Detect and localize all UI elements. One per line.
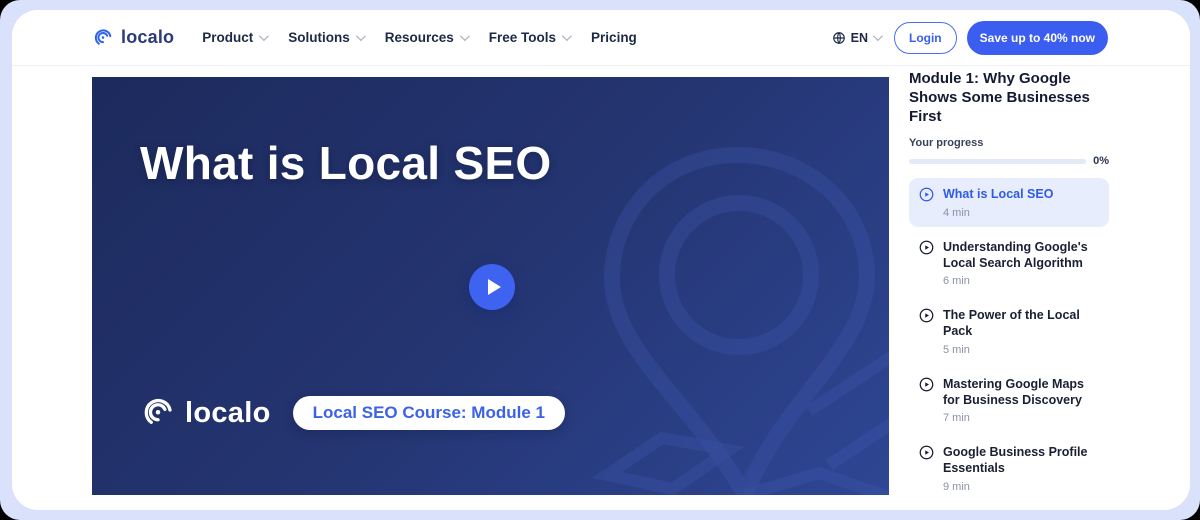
chevron-down-icon bbox=[460, 31, 470, 41]
nav-link-label: Free Tools bbox=[489, 30, 556, 45]
play-circle-icon bbox=[919, 240, 934, 255]
globe-icon bbox=[832, 31, 846, 45]
localo-logo[interactable]: localo bbox=[92, 27, 174, 49]
chevron-down-icon bbox=[356, 31, 366, 41]
nav-link[interactable]: Product bbox=[202, 30, 266, 45]
video-brand-name: localo bbox=[185, 397, 271, 430]
play-circle-icon bbox=[919, 187, 934, 202]
language-label: EN bbox=[851, 31, 868, 45]
nav-link-label: Product bbox=[202, 30, 253, 45]
save-discount-button[interactable]: Save up to 40% now bbox=[967, 21, 1108, 55]
progress-percent: 0% bbox=[1093, 155, 1109, 167]
map-pin-watermark bbox=[577, 143, 889, 495]
play-button[interactable] bbox=[469, 264, 515, 310]
lesson-duration: 6 min bbox=[943, 275, 1099, 287]
nav-link[interactable]: Resources bbox=[385, 30, 467, 45]
nav-link-label: Pricing bbox=[591, 30, 637, 45]
lesson-title: Mastering Google Maps for Business Disco… bbox=[943, 376, 1099, 409]
module-title: Module 1: Why Google Shows Some Business… bbox=[909, 70, 1109, 126]
localo-logo-icon bbox=[92, 27, 114, 49]
lesson-title: Google Business Profile Essentials bbox=[943, 444, 1099, 477]
progress-label: Your progress bbox=[909, 137, 1109, 149]
progress-row: 0% bbox=[909, 155, 1109, 167]
play-circle-icon bbox=[919, 445, 934, 460]
nav-link[interactable]: Pricing bbox=[591, 30, 637, 45]
chevron-down-icon bbox=[259, 31, 269, 41]
lesson-title: The Power of the Local Pack bbox=[943, 307, 1099, 340]
lesson-duration: 7 min bbox=[943, 412, 1099, 424]
lesson-duration: 5 min bbox=[943, 344, 1099, 356]
play-circle-icon bbox=[919, 308, 934, 323]
lesson-item[interactable]: Mastering Google Maps for Business Disco… bbox=[909, 368, 1109, 433]
lesson-item[interactable]: Understanding Google's Local Search Algo… bbox=[909, 231, 1109, 296]
brand-name: localo bbox=[121, 27, 174, 48]
nav-link[interactable]: Solutions bbox=[288, 30, 363, 45]
nav-link-label: Resources bbox=[385, 30, 454, 45]
lesson-duration: 4 min bbox=[943, 207, 1053, 219]
language-selector[interactable]: EN bbox=[832, 31, 880, 45]
lesson-title: What is Local SEO bbox=[943, 186, 1053, 202]
chevron-down-icon bbox=[873, 31, 883, 41]
lesson-duration: 9 min bbox=[943, 481, 1099, 493]
nav-link-label: Solutions bbox=[288, 30, 350, 45]
lesson-item[interactable]: The Power of the Local Pack 5 min bbox=[909, 299, 1109, 364]
chevron-down-icon bbox=[562, 31, 572, 41]
play-icon bbox=[488, 279, 501, 295]
page-frame: localo Product Solutions Resources bbox=[0, 0, 1200, 520]
nav-right-group: EN Login Save up to 40% now bbox=[832, 21, 1108, 55]
login-button[interactable]: Login bbox=[894, 22, 957, 54]
course-sidebar: Module 1: Why Google Shows Some Business… bbox=[909, 70, 1109, 510]
video-player[interactable]: What is Local SEO localo Local SEO Cour bbox=[92, 77, 889, 495]
lesson-item[interactable]: Website Optimization for Local Search 13… bbox=[909, 505, 1109, 511]
lesson-item[interactable]: What is Local SEO 4 min bbox=[909, 178, 1109, 226]
top-navbar: localo Product Solutions Resources bbox=[12, 10, 1190, 66]
play-circle-icon bbox=[919, 377, 934, 392]
nav-links: Product Solutions Resources Free Tools bbox=[202, 30, 637, 45]
video-footer: localo Local SEO Course: Module 1 bbox=[140, 395, 565, 431]
browser-window: localo Product Solutions Resources bbox=[12, 10, 1190, 510]
lesson-item[interactable]: Google Business Profile Essentials 9 min bbox=[909, 436, 1109, 501]
localo-logo-icon-white bbox=[140, 395, 176, 431]
progress-bar bbox=[909, 159, 1086, 164]
lesson-list: What is Local SEO 4 min Understanding Go… bbox=[909, 178, 1109, 510]
course-module-badge: Local SEO Course: Module 1 bbox=[293, 396, 565, 430]
nav-link[interactable]: Free Tools bbox=[489, 30, 569, 45]
video-title: What is Local SEO bbox=[140, 135, 570, 192]
lesson-title: Understanding Google's Local Search Algo… bbox=[943, 239, 1099, 272]
video-brand-logo: localo bbox=[140, 395, 271, 431]
